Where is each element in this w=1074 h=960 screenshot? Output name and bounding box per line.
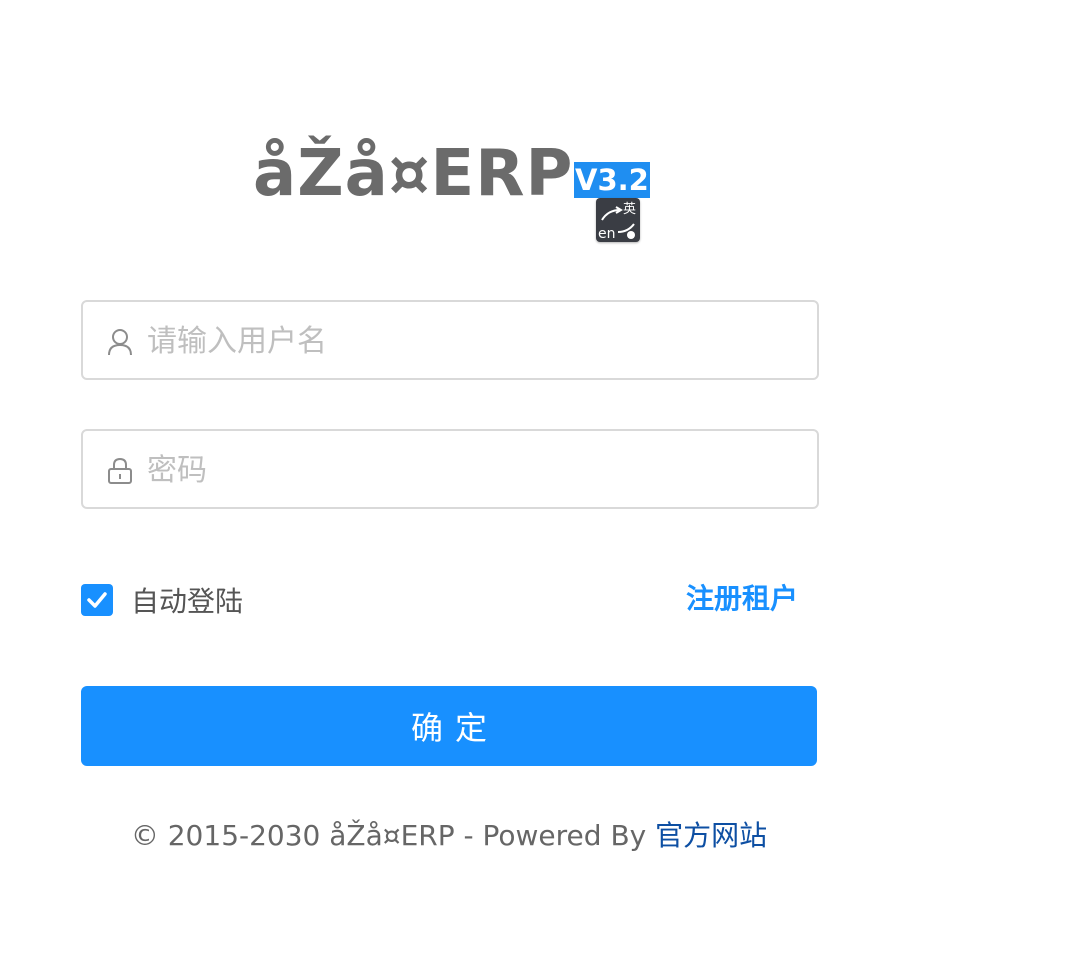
version-label: V3.2 xyxy=(574,162,650,198)
login-header: åŽå¤ERP V3.2 英 en xyxy=(81,128,817,248)
password-field-wrapper xyxy=(81,429,819,509)
official-site-link[interactable]: 官方网站 xyxy=(655,819,767,852)
translate-en-icon[interactable]: 英 en xyxy=(596,198,640,242)
register-tenant-link[interactable]: 注册租户 xyxy=(686,580,798,618)
app-title: åŽå¤ERP xyxy=(253,137,574,211)
user-icon xyxy=(107,328,133,356)
submit-button[interactable]: 确定 xyxy=(81,686,817,766)
auto-login-label[interactable]: 自动登陆 xyxy=(131,580,243,620)
auto-login-option: 自动登陆 xyxy=(81,582,243,618)
lock-icon xyxy=(107,457,133,485)
footer: © 2015-2030 åŽå¤ERP - Powered By 官方网站 xyxy=(0,816,898,856)
footer-copyright: © 2015-2030 åŽå¤ERP - Powered By xyxy=(130,819,647,852)
translate-bottom-text: en xyxy=(598,226,616,242)
username-input[interactable] xyxy=(145,302,799,380)
login-page: åŽå¤ERP V3.2 英 en 请输入用户名 自动登陆 注册租户 确定 © … xyxy=(0,0,1074,960)
password-input[interactable] xyxy=(145,431,799,509)
checkmark-icon xyxy=(87,592,107,608)
username-field-wrapper xyxy=(81,300,819,380)
auto-login-checkbox[interactable] xyxy=(81,584,113,616)
translate-top-glyph: 英 xyxy=(623,202,636,217)
